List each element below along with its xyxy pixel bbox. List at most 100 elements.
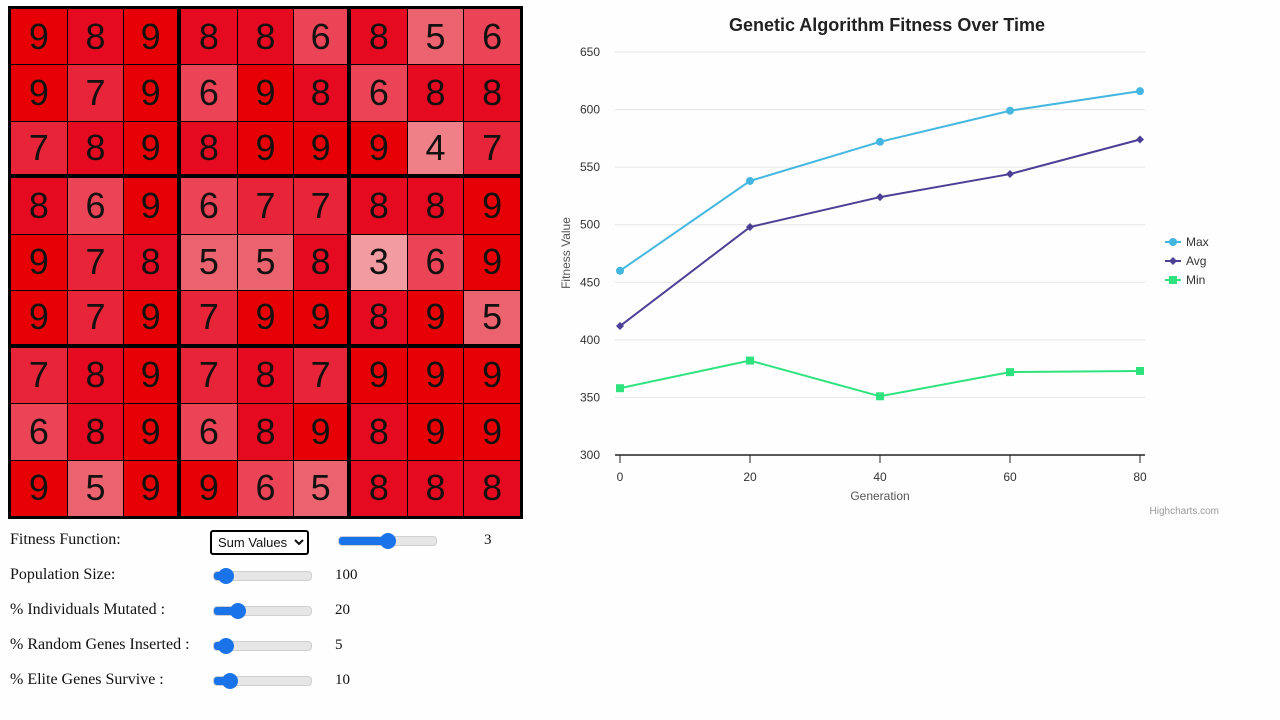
legend-marker-icon[interactable] [1169,238,1177,246]
series-avg-point[interactable] [876,193,884,202]
grid-cell[interactable]: 7 [67,65,124,121]
series-min-point[interactable] [746,356,754,365]
grid-cell[interactable]: 9 [124,347,177,404]
legend-item-avg[interactable]: Avg [1165,254,1206,268]
grid-cell[interactable]: 6 [351,65,407,121]
grid-cell[interactable]: 5 [407,9,464,65]
grid-cell[interactable]: 7 [464,121,520,175]
grid-cell[interactable]: 9 [124,178,177,234]
grid-cell[interactable]: 8 [407,460,464,516]
grid-cell[interactable]: 6 [181,404,237,460]
grid-cell[interactable]: 9 [124,9,177,65]
series-min-point[interactable] [616,384,624,393]
series-max-point[interactable] [876,137,884,146]
grid-cell[interactable]: 9 [351,121,407,175]
series-max-point[interactable] [746,176,754,185]
grid-cell[interactable]: 8 [351,291,407,344]
grid-cell[interactable]: 9 [237,121,294,175]
grid-cell[interactable]: 6 [67,178,124,234]
individuals-mutated-slider[interactable] [213,606,312,616]
grid-cell[interactable]: 8 [351,9,407,65]
grid-cell[interactable]: 8 [351,404,407,460]
grid-cell[interactable]: 6 [237,460,294,516]
grid-cell[interactable]: 8 [11,178,67,234]
series-max-point[interactable] [616,266,624,275]
grid-cell[interactable]: 9 [464,347,520,404]
grid-cell[interactable]: 8 [294,65,347,121]
grid-cell[interactable]: 8 [237,9,294,65]
grid-cell[interactable]: 9 [237,65,294,121]
grid-cell[interactable]: 6 [11,404,67,460]
fitness-function-select[interactable]: Sum Values [210,530,309,555]
grid-cell[interactable]: 8 [407,178,464,234]
grid-cell[interactable]: 7 [181,291,237,344]
grid-cell[interactable]: 8 [407,65,464,121]
grid-cell[interactable]: 8 [67,121,124,175]
grid-cell[interactable]: 7 [11,347,67,404]
grid-cell[interactable]: 8 [67,347,124,404]
grid-cell[interactable]: 6 [181,178,237,234]
series-avg-point[interactable] [1136,135,1144,144]
elite-genes-survive-slider[interactable] [213,676,312,686]
grid-cell[interactable]: 8 [67,9,124,65]
grid-cell[interactable]: 8 [294,234,347,291]
series-min-point[interactable] [1006,368,1014,377]
grid-cell[interactable]: 9 [124,121,177,175]
grid-cell[interactable]: 9 [11,65,67,121]
grid-cell[interactable]: 9 [124,460,177,516]
series-max-point[interactable] [1006,106,1014,115]
grid-cell[interactable]: 9 [11,460,67,516]
grid-cell[interactable]: 8 [464,65,520,121]
grid-cell[interactable]: 9 [294,121,347,175]
grid-cell[interactable]: 9 [124,291,177,344]
grid-cell[interactable]: 6 [407,234,464,291]
grid-cell[interactable]: 9 [294,291,347,344]
grid-cell[interactable]: 9 [407,291,464,344]
grid-cell[interactable]: 7 [67,291,124,344]
grid-cell[interactable]: 8 [351,178,407,234]
grid-cell[interactable]: 9 [237,291,294,344]
series-min-point[interactable] [876,392,884,401]
grid-cell[interactable]: 3 [351,234,407,291]
highcharts-credits[interactable]: Highcharts.com [1150,506,1219,517]
grid-cell[interactable]: 8 [351,460,407,516]
grid-cell[interactable]: 7 [237,178,294,234]
grid-cell[interactable]: 9 [351,347,407,404]
grid-cell[interactable]: 9 [181,460,237,516]
grid-cell[interactable]: 9 [407,404,464,460]
grid-cell[interactable]: 9 [407,347,464,404]
grid-cell[interactable]: 6 [181,65,237,121]
grid-cell[interactable]: 5 [181,234,237,291]
random-genes-inserted-slider[interactable] [213,641,312,651]
population-size-slider[interactable] [213,571,312,581]
grid-cell[interactable]: 9 [124,65,177,121]
grid-cell[interactable]: 9 [11,234,67,291]
grid-cell[interactable]: 9 [11,291,67,344]
grid-cell[interactable]: 5 [294,460,347,516]
grid-cell[interactable]: 4 [407,121,464,175]
legend-marker-icon[interactable] [1169,257,1177,265]
grid-cell[interactable]: 8 [181,121,237,175]
series-min-point[interactable] [1136,366,1144,375]
grid-cell[interactable]: 9 [464,178,520,234]
legend-item-max[interactable]: Max [1165,235,1209,249]
grid-cell[interactable]: 8 [237,404,294,460]
grid-cell[interactable]: 8 [237,347,294,404]
fitness-function-slider[interactable] [338,536,437,546]
grid-cell[interactable]: 8 [464,460,520,516]
grid-cell[interactable]: 8 [67,404,124,460]
grid-cell[interactable]: 8 [124,234,177,291]
series-avg-point[interactable] [1006,170,1014,179]
grid-cell[interactable]: 7 [181,347,237,404]
legend-marker-icon[interactable] [1169,276,1177,284]
grid-cell[interactable]: 7 [67,234,124,291]
grid-cell[interactable]: 5 [237,234,294,291]
grid-cell[interactable]: 9 [464,404,520,460]
grid-cell[interactable]: 9 [294,404,347,460]
grid-cell[interactable]: 6 [294,9,347,65]
grid-cell[interactable]: 9 [11,9,67,65]
grid-cell[interactable]: 9 [124,404,177,460]
grid-cell[interactable]: 9 [464,234,520,291]
legend-item-min[interactable]: Min [1165,273,1205,287]
grid-cell[interactable]: 7 [11,121,67,175]
